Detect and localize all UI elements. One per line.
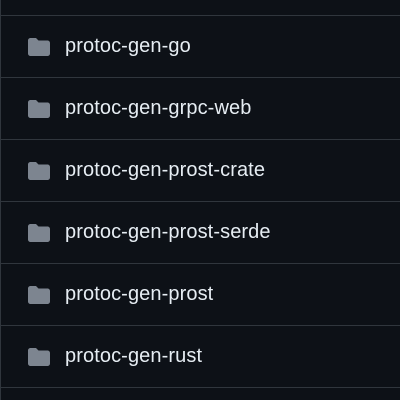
list-item[interactable]: protoc-gen-go bbox=[1, 15, 400, 77]
folder-icon bbox=[27, 99, 51, 119]
list-item[interactable]: protoc-gen-prost bbox=[1, 263, 400, 325]
list-item[interactable]: protoc-gen-prost-serde bbox=[1, 201, 400, 263]
folder-icon bbox=[27, 285, 51, 305]
folder-name[interactable]: protoc-gen-prost bbox=[65, 283, 213, 306]
folder-icon bbox=[27, 161, 51, 181]
folder-icon bbox=[27, 347, 51, 367]
list-item[interactable]: protoc-gen-grpc-web bbox=[1, 77, 400, 139]
folder-name[interactable]: protoc-gen-prost-serde bbox=[65, 221, 271, 244]
folder-icon bbox=[27, 37, 51, 57]
list-item[interactable]: protoc-gen-rust bbox=[1, 325, 400, 387]
folder-name[interactable]: protoc-gen-go bbox=[65, 35, 191, 58]
file-list: protoc-gen-go protoc-gen-grpc-web protoc… bbox=[0, 0, 400, 400]
list-item[interactable]: protoc-gen-prost-crate bbox=[1, 139, 400, 201]
folder-name[interactable]: protoc-gen-prost-crate bbox=[65, 159, 265, 182]
list-item bbox=[1, 387, 400, 400]
folder-name[interactable]: protoc-gen-rust bbox=[65, 345, 202, 368]
folder-name[interactable]: protoc-gen-grpc-web bbox=[65, 97, 251, 120]
folder-icon bbox=[27, 223, 51, 243]
